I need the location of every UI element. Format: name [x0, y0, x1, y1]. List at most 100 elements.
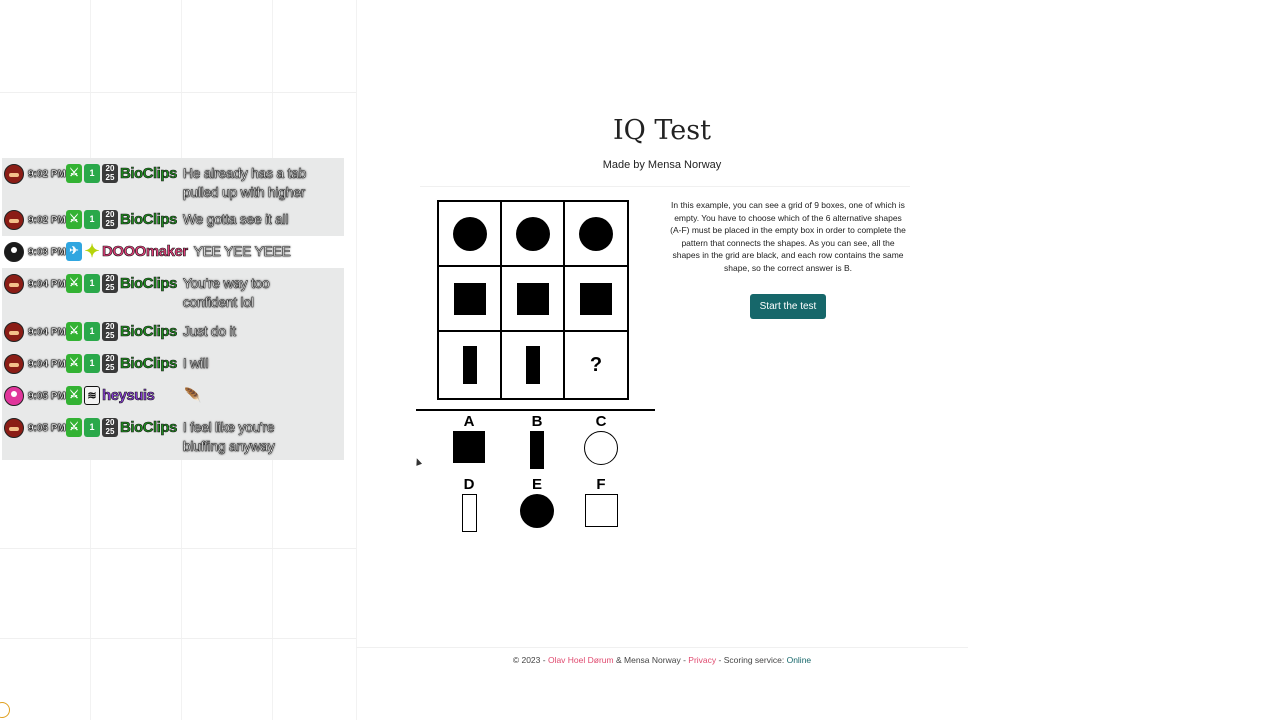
option-label: E [531, 476, 542, 493]
footer: © 2023 - Olav Hoel Dørum & Mensa Norway … [420, 655, 904, 665]
badge-group: ⚔ 1 20 25 [66, 322, 118, 341]
outline-bar-shape [461, 494, 477, 532]
puzzle-cell [565, 267, 627, 332]
puzzle-cell [439, 267, 502, 332]
scoring-status-link[interactable]: Online [787, 655, 812, 665]
filled-square-shape [516, 282, 549, 315]
chat-text: Just do it [182, 323, 237, 340]
badge-group: ⚔ 1 20 25 [66, 418, 118, 437]
zebra-badge-icon: ≋ [84, 386, 100, 405]
author-link[interactable]: Olav Hoel Dørum [548, 655, 614, 665]
option-label: B [531, 413, 543, 430]
subscriber-badge: 1 [84, 354, 100, 373]
badge-group: ⚔ 1 20 25 [66, 274, 118, 293]
subscriber-badge: 1 [84, 322, 100, 341]
message-time: 9:04 PM [28, 359, 66, 370]
chat-username: BioClips [120, 323, 178, 341]
chat-message: 9:04 PM ⚔ 1 20 25 BioClips Just do it [2, 316, 344, 348]
puzzle-cell [439, 202, 502, 267]
avatar [4, 242, 24, 262]
start-test-button[interactable]: Start the test [750, 294, 826, 319]
chat-message: 9:04 PM ⚔ 1 20 25 BioClips I will [2, 348, 344, 380]
sword-badge-icon: ⚔ [66, 354, 82, 373]
outline-square-shape [584, 494, 618, 527]
filled-circle-shape [579, 216, 613, 251]
year-badge: 20 25 [102, 322, 118, 341]
emote-icon: 🪶 [184, 387, 202, 403]
subscriber-badge: 1 [84, 418, 100, 437]
chat-overlay: 9:02 PM ⚔ 1 20 25 BioClips He already ha… [2, 158, 344, 460]
message-time: 9:02 PM [28, 215, 66, 226]
message-time: 9:05 PM [28, 423, 66, 434]
sword-badge-icon: ⚔ [66, 418, 82, 437]
option-b[interactable]: B [512, 413, 562, 469]
chat-message: 9:02 PM ⚔ 1 20 25 BioClips We gotta see … [2, 204, 344, 236]
avatar [4, 354, 24, 374]
avatar [4, 274, 24, 294]
subscriber-badge: 1 [84, 274, 100, 293]
filled-circle-shape [515, 216, 550, 251]
sparkle-badge-icon: ✦ [84, 241, 100, 261]
badge-group: ⚔ 1 20 25 [66, 354, 118, 373]
year-badge: 20 25 [102, 418, 118, 437]
puzzle-cell [565, 202, 627, 267]
subscriber-badge: 1 [84, 164, 100, 183]
year-badge: 20 25 [102, 210, 118, 229]
chat-username: BioClips [120, 355, 178, 373]
outline-circle-shape [584, 431, 618, 465]
option-label: C [595, 413, 607, 430]
filled-bar-shape [530, 431, 544, 469]
sword-badge-icon: ⚔ [66, 322, 82, 341]
prime-badge-icon: ✈ [66, 242, 82, 261]
chat-message: 9:05 PM ⚔ ≋ heysuis 🪶 [2, 380, 344, 412]
badge-group: ✈ ✦ [66, 242, 100, 261]
scoring-label: - Scoring service: [718, 655, 785, 665]
chat-text: You're way too confident lol [182, 275, 270, 311]
year-badge: 20 25 [102, 164, 118, 183]
option-c[interactable]: C [576, 413, 626, 465]
message-time: 9:05 PM [28, 391, 66, 402]
chat-username: BioClips [120, 165, 178, 183]
option-d[interactable]: D [444, 476, 494, 532]
option-label: A [463, 413, 475, 430]
chat-message: 9:02 PM ⚔ 1 20 25 BioClips He already ha… [2, 158, 344, 204]
footer-copyright: © 2023 - [512, 655, 546, 665]
badge-group: ⚔ 1 20 25 [66, 210, 118, 229]
chat-username: BioClips [120, 275, 178, 293]
puzzle-missing-cell: ? [565, 332, 627, 398]
instructions-text: In this example, you can see a grid of 9… [670, 200, 906, 273]
year-badge: 20 25 [102, 354, 118, 373]
subscriber-badge: 1 [84, 210, 100, 229]
badge-group: ⚔ 1 20 25 [66, 164, 118, 183]
chat-text: I will [182, 355, 209, 372]
option-f[interactable]: F [576, 476, 626, 527]
question-mark: ? [589, 353, 603, 376]
filled-bar-shape [525, 346, 540, 384]
filled-square-shape [453, 431, 485, 463]
option-e[interactable]: E [512, 476, 562, 528]
chat-message: 9:05 PM ⚔ 1 20 25 BioClips I feel like y… [2, 412, 344, 460]
sword-badge-icon: ⚔ [66, 164, 82, 183]
options-divider [416, 409, 655, 411]
sword-badge-icon: ⚔ [66, 210, 82, 229]
message-time: 9:02 PM [28, 169, 66, 180]
avatar [4, 418, 24, 438]
option-a[interactable]: A [444, 413, 494, 463]
chat-message: 9:03 PM ✈ ✦ DOOOmaker YEE YEE YEEE [2, 236, 344, 268]
puzzle-cell [502, 202, 565, 267]
avatar [4, 322, 24, 342]
sword-badge-icon: ⚔ [66, 386, 82, 405]
option-label: D [463, 476, 475, 493]
page-title: IQ Test [613, 115, 711, 146]
puzzle-grid: ? [437, 200, 629, 400]
avatar [4, 386, 24, 406]
page-subtitle: Made by Mensa Norway [602, 159, 722, 171]
message-time: 9:04 PM [28, 279, 66, 290]
chat-text: We gotta see it all [182, 211, 289, 228]
filled-square-shape [453, 282, 486, 315]
chat-username: BioClips [120, 419, 178, 437]
filled-circle-shape [452, 216, 487, 251]
privacy-link[interactable]: Privacy [688, 655, 716, 665]
chat-text: YEE YEE YEEE [193, 243, 291, 260]
avatar [4, 164, 24, 184]
